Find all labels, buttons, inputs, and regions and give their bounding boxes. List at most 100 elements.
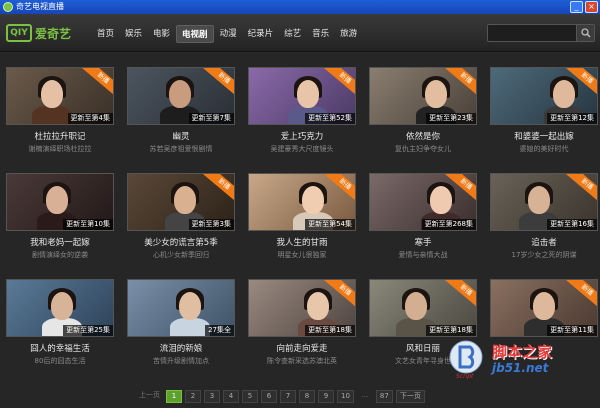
watermark-text: 脚本之家 [492, 343, 553, 361]
main-nav: 首页 娱乐 电影 电视剧 动漫 纪录片 综艺 音乐 旅游 [92, 25, 363, 43]
watermark: 脚本之家 jb51.net Script [448, 333, 598, 385]
video-thumbnail[interactable]: 27集全 [127, 279, 235, 337]
pager: 上一页 1 2 3 4 5 6 7 8 9 10... 87 下一页 [136, 390, 425, 403]
search-box [487, 24, 595, 42]
video-thumbnail[interactable]: 新播 更新至第3集 [127, 173, 235, 231]
video-thumbnail[interactable]: 更新至第10集 [6, 173, 114, 231]
video-thumbnail[interactable]: 新播 更新至第52集 [248, 67, 356, 125]
video-card[interactable]: 27集全 流泪的新娘 苦情升级剧情加点 [127, 279, 235, 373]
prev-page-button[interactable]: 上一页 [136, 390, 163, 403]
page-button[interactable]: 4 [223, 390, 239, 403]
nav-item-7[interactable]: 音乐 [307, 25, 334, 43]
video-title[interactable]: 我人生的甘雨 [248, 236, 356, 248]
video-card[interactable]: 新播 更新至第4集杜拉拉升职记谢楠演绎职场杜拉拉 [6, 67, 114, 161]
window-controls: _ × [570, 1, 598, 13]
episode-label: 更新至第16集 [547, 219, 597, 230]
video-card[interactable]: 新播 更新至第3集 美少女的谎言第5季 心机少女新季回归 [127, 173, 235, 267]
video-card[interactable]: 新播 更新至第12集和婆婆一起出嫁婆媳的美好时代 [490, 67, 598, 161]
video-thumbnail[interactable]: 新播 更新至第18集 [369, 279, 477, 337]
video-title[interactable]: 囧人的幸福生活 [6, 342, 114, 354]
video-thumbnail[interactable]: 新播 更新至第18集 [248, 279, 356, 337]
video-description: 陈令查新采选苏澳北英 [267, 357, 337, 365]
video-thumbnail[interactable]: 新播 更新至第4集 [6, 67, 114, 125]
minimize-button[interactable]: _ [570, 1, 583, 13]
page-button[interactable]: 3 [204, 390, 220, 403]
page-button[interactable]: 87 [375, 390, 393, 403]
video-thumbnail[interactable]: 新播 更新至第16集 [490, 173, 598, 231]
video-thumbnail[interactable]: 新播 更新至第7集 [127, 67, 235, 125]
page-button[interactable]: 5 [242, 390, 258, 403]
next-page-button[interactable]: 下一页 [395, 390, 425, 403]
episode-label: 更新至第23集 [426, 113, 476, 124]
watermark-url: jb51.net [492, 361, 549, 375]
video-card[interactable]: 更新至第10集我和老妈一起嫁剧情演绎女的逆袭 [6, 173, 114, 267]
video-card[interactable]: 新播 更新至第52集爱上巧克力吴建豪秀大尺度镜头 [248, 67, 356, 161]
video-thumbnail[interactable]: 新播 更新至第11集 [490, 279, 598, 337]
episode-label: 更新至第10集 [63, 219, 113, 230]
page-button[interactable]: 6 [261, 390, 277, 403]
close-button[interactable]: × [585, 1, 598, 13]
video-title[interactable]: 和婆婆一起出嫁 [490, 130, 598, 142]
search-input[interactable] [491, 27, 571, 39]
video-thumbnail[interactable]: 新播 更新至第268集 [369, 173, 477, 231]
window-titlebar: 奇艺电视直播 _ × [0, 0, 600, 14]
video-card[interactable]: 新播 更新至第18集向前走向爱走陈令查新采选苏澳北英 [248, 279, 356, 373]
app-header: QIY 爱奇艺 首页 娱乐 电影 电视剧 动漫 纪录片 综艺 音乐 旅游 [0, 14, 600, 52]
video-card[interactable]: 更新至第25集囧人的幸福生活 80后的囧态生活 [6, 279, 114, 373]
video-card[interactable]: 新播 更新至第7集幽灵苏若吴彦祖爱恨剧情 [127, 67, 235, 161]
nav-item-4[interactable]: 动漫 [215, 25, 242, 43]
video-title[interactable]: 美少女的谎言第5季 [127, 236, 235, 248]
nav-item-8[interactable]: 旅游 [335, 25, 362, 43]
video-title[interactable]: 幽灵 [127, 130, 235, 142]
episode-label: 更新至第12集 [547, 113, 597, 124]
page-button[interactable]: 8 [299, 390, 315, 403]
episode-label: 更新至第268集 [421, 219, 476, 230]
video-title[interactable]: 追击者 [490, 236, 598, 248]
page-button[interactable]: 2 [185, 390, 201, 403]
episode-label: 更新至第3集 [188, 219, 234, 230]
video-thumbnail[interactable]: 更新至第25集 [6, 279, 114, 337]
video-card[interactable]: 新播 更新至第268集寒手爱情与亲情大战 [369, 173, 477, 267]
video-title[interactable]: 我和老妈一起嫁 [6, 236, 114, 248]
video-title[interactable]: 流泪的新娘 [127, 342, 235, 354]
video-title[interactable]: 寒手 [369, 236, 477, 248]
video-description: 爱情与亲情大战 [398, 251, 448, 259]
video-thumbnail[interactable]: 新播 更新至第23集 [369, 67, 477, 125]
search-button[interactable] [576, 25, 594, 41]
episode-label: 更新至第4集 [67, 113, 113, 124]
video-description: 17岁少女之死的阴谋 [511, 251, 577, 259]
video-title[interactable]: 爱上巧克力 [248, 130, 356, 142]
video-description: 苏若吴彦祖爱恨剧情 [149, 145, 213, 153]
page-ellipsis: ... [361, 391, 369, 399]
episode-label: 更新至第25集 [63, 325, 113, 336]
nav-item-6[interactable]: 综艺 [279, 25, 306, 43]
video-card[interactable]: 新播 更新至第16集追击者 17岁少女之死的阴谋 [490, 173, 598, 267]
video-thumbnail[interactable]: 新播 更新至第54集 [248, 173, 356, 231]
video-title[interactable]: 杜拉拉升职记 [6, 130, 114, 142]
video-title[interactable]: 依然是你 [369, 130, 477, 142]
video-card[interactable]: 新播 更新至第54集 我人生的甘雨 明星女儿很独家 [248, 173, 356, 267]
nav-item-3[interactable]: 电视剧 [176, 25, 214, 43]
episode-label: 更新至第7集 [188, 113, 234, 124]
nav-item-2[interactable]: 电影 [148, 25, 175, 43]
nav-item-1[interactable]: 娱乐 [120, 25, 147, 43]
video-card[interactable]: 新播 更新至第23集 依然是你 复仇主妇争夺女儿 [369, 67, 477, 161]
video-description: 剧情演绎女的逆袭 [32, 251, 88, 259]
video-thumbnail[interactable]: 新播 更新至第12集 [490, 67, 598, 125]
logo-text: 爱奇艺 [35, 26, 72, 41]
video-title[interactable]: 向前走向爱走 [248, 342, 356, 354]
video-description: 谢楠演绎职场杜拉拉 [28, 145, 92, 153]
episode-label: 27集全 [205, 325, 234, 336]
page-button[interactable]: 10 [337, 390, 354, 403]
page-button[interactable]: 9 [318, 390, 334, 403]
logo[interactable]: QIY 爱奇艺 [6, 21, 71, 45]
page-button[interactable]: 7 [280, 390, 296, 403]
video-description: 80后的囧态生活 [34, 357, 86, 365]
nav-item-5[interactable]: 纪录片 [243, 25, 279, 43]
pagination: 上一页 1 2 3 4 5 6 7 8 9 10... 87 下一页 [0, 385, 600, 408]
video-description: 婆媳的美好时代 [519, 145, 569, 153]
video-description: 吴建豪秀大尺度镜头 [270, 145, 334, 153]
window-title: 奇艺电视直播 [16, 2, 64, 11]
nav-item-0[interactable]: 首页 [92, 25, 119, 43]
page-button[interactable]: 1 [166, 390, 182, 403]
